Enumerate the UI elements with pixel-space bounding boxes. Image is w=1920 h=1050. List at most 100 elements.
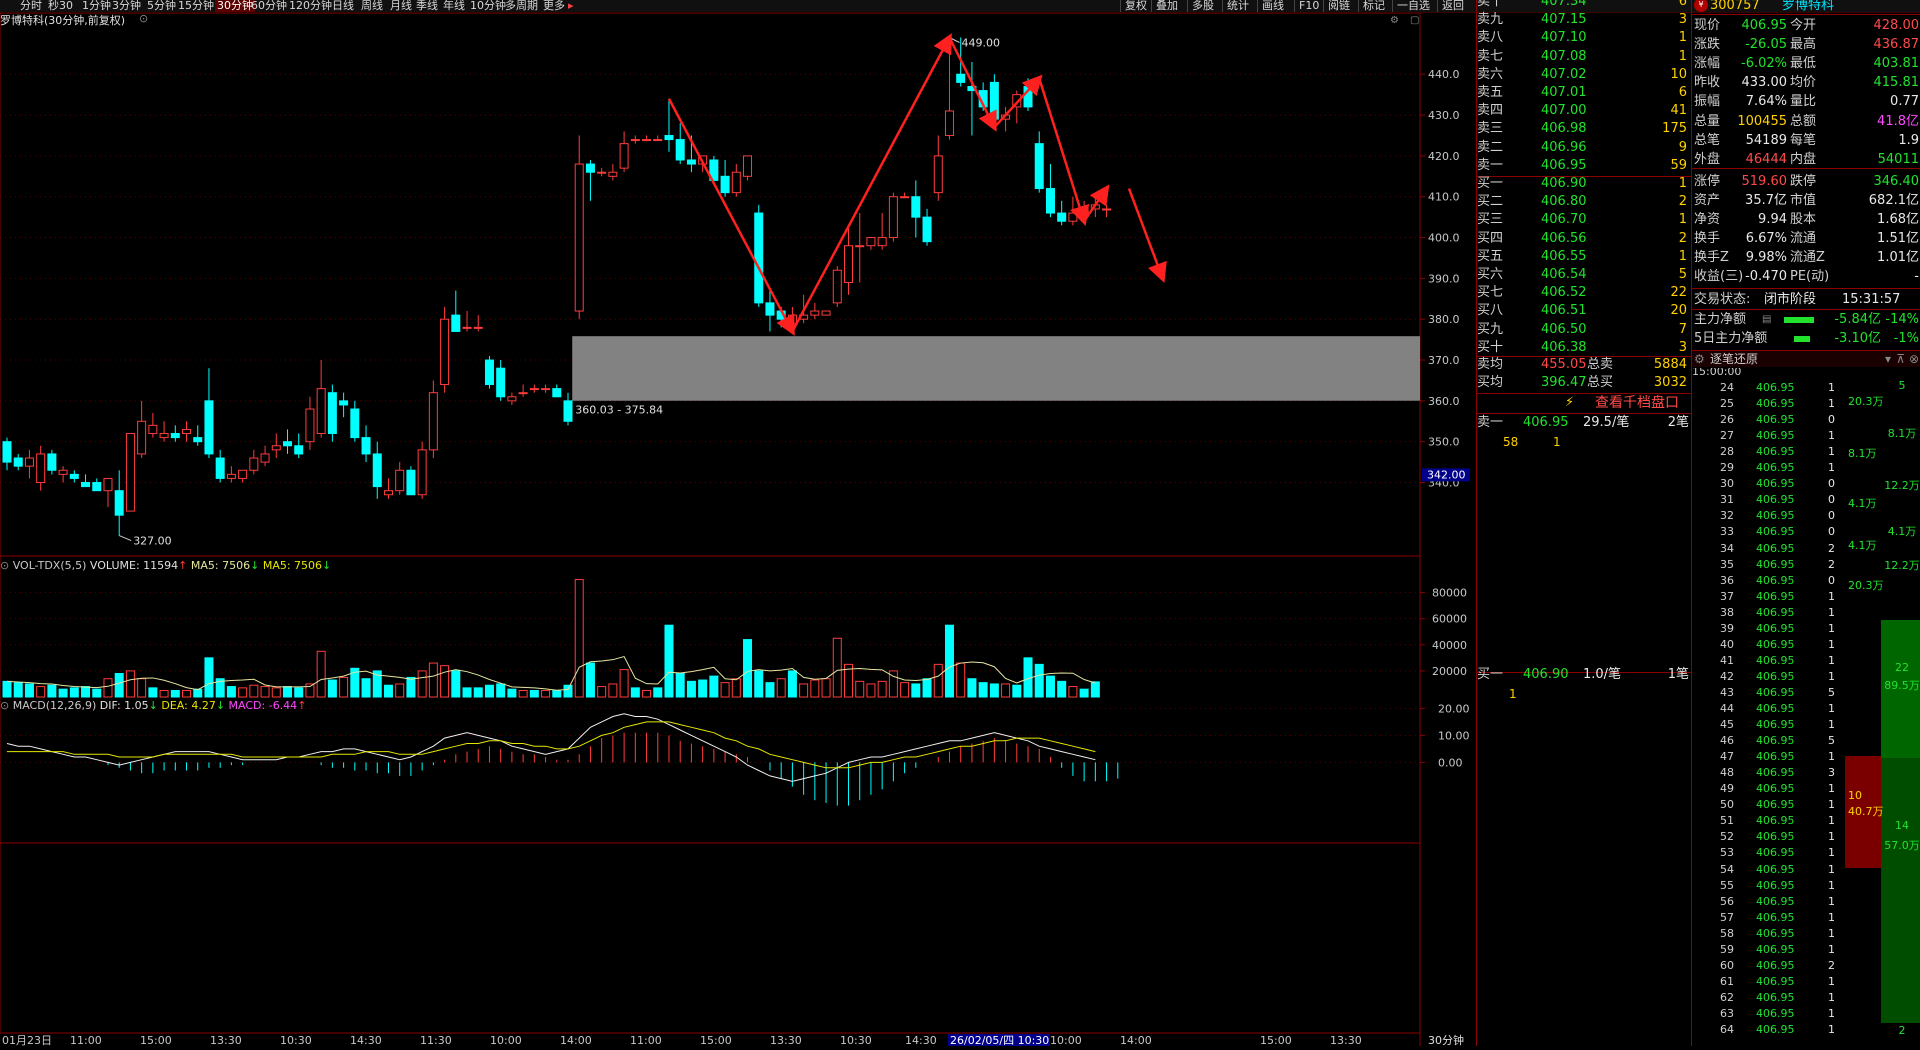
period-tab[interactable]: 15分钟 (178, 0, 214, 12)
total-ask-label: 总卖 (1587, 357, 1614, 372)
trade-block-label: 4.1万 (1887, 525, 1917, 538)
settings-icon[interactable]: ⊙ (0, 699, 13, 712)
price-zone-box[interactable] (572, 336, 1420, 401)
toolbar-button[interactable]: 一自选 (1392, 0, 1434, 12)
net5-row[interactable]: 5日主力净额 -3.10亿 -1% (1692, 329, 1920, 348)
trade-seq: 46 (1720, 734, 1734, 748)
down-arrow-icon: ↓ (250, 559, 263, 572)
period-tab[interactable]: 季线 (416, 0, 438, 12)
ask-row[interactable]: 卖二 406.96 9 (1477, 139, 1691, 157)
period-tab[interactable]: 多周期 (505, 0, 538, 12)
ask-row[interactable]: 卖九 407.15 3 (1477, 11, 1691, 29)
trade-price: 406.95 (1756, 702, 1795, 715)
period-tab[interactable]: 3分钟 (112, 0, 141, 12)
ask-row[interactable]: 卖十 407.34 6 (1477, 0, 1691, 11)
period-tab[interactable]: 日线 (332, 0, 354, 12)
stock-header[interactable]: ¥300757 罗博特科 (1692, 0, 1920, 15)
period-tab[interactable]: 分时 (20, 0, 42, 12)
bid-level-label: 买五 (1477, 248, 1504, 264)
ask-row[interactable]: 卖六 407.02 10 (1477, 66, 1691, 84)
ask-row[interactable]: 卖一 406.95 59 (1477, 157, 1691, 175)
period-tab[interactable]: 10分钟 (470, 0, 506, 12)
toolbar-button[interactable]: 画线 (1257, 0, 1288, 12)
more-arrow-icon[interactable]: ▸ (568, 0, 574, 12)
toolbar-button[interactable]: 标记 (1358, 0, 1389, 12)
volume-bar (1034, 663, 1044, 698)
settings-icon[interactable]: ⊙ (0, 559, 13, 572)
pin-icon[interactable]: ⊼ (1896, 351, 1905, 367)
volume-bar (541, 689, 551, 698)
ask-price: 407.10 (1541, 30, 1587, 46)
bid-price: 406.70 (1541, 212, 1587, 228)
candle-body (372, 453, 382, 488)
candle-body (260, 453, 270, 463)
volume-bar (383, 684, 393, 698)
period-tab[interactable]: 5分钟 (147, 0, 176, 12)
bid-row[interactable]: 买六 406.54 5 (1477, 266, 1691, 284)
close-icon[interactable]: ⊗ (1909, 351, 1919, 367)
candle-body (1045, 188, 1055, 214)
candle-body (496, 367, 506, 398)
toolbar-button[interactable]: 复权 (1120, 0, 1151, 12)
candle-body (24, 457, 34, 467)
period-tab[interactable]: 月线 (390, 0, 412, 12)
toolbar-button[interactable]: 返回 (1437, 0, 1468, 12)
bid-row[interactable]: 买四 406.56 2 (1477, 230, 1691, 248)
trend-arrow[interactable] (667, 98, 795, 336)
toolbar-button[interactable]: 阅链 (1323, 0, 1354, 12)
bid-row[interactable]: 买二 406.80 2 (1477, 193, 1691, 211)
volume-bar (462, 687, 472, 698)
period-tab[interactable]: 1分钟 (82, 0, 111, 12)
period-tab[interactable]: 年线 (443, 0, 465, 12)
main-net-row[interactable]: 主力净额 ▤ -5.84亿 -14% (1692, 310, 1920, 329)
ask-row[interactable]: 卖五 407.01 6 (1477, 84, 1691, 102)
toolbar-button[interactable]: 叠加 (1151, 0, 1182, 12)
ask-row[interactable]: 卖八 407.10 1 (1477, 29, 1691, 47)
toolbar-button[interactable]: F10 (1294, 0, 1323, 12)
filter-icon[interactable]: ▾ (1885, 351, 1891, 367)
volume-bar (754, 670, 764, 698)
gear-icon[interactable]: ⚙ (1694, 351, 1705, 367)
thousand-levels-link[interactable]: ⚡ 查看千档盘口 (1477, 394, 1691, 412)
trade-seq: 62 (1720, 990, 1734, 1004)
ask-row[interactable]: 卖四 407.00 41 (1477, 102, 1691, 120)
period-tab[interactable]: 更多 (543, 0, 565, 12)
trade-price: 406.95 (1756, 990, 1795, 1004)
trend-arrow[interactable] (1127, 188, 1167, 284)
trade-block-label: 10 (1848, 789, 1862, 802)
period-tab[interactable]: 120分钟 (289, 0, 332, 12)
trade-seq: 53 (1720, 846, 1734, 860)
chevron-down-icon[interactable]: ⊙ (139, 12, 148, 25)
trade-qty: 1 (1828, 878, 1835, 892)
candle-body (81, 482, 91, 488)
toolbar-button[interactable]: 统计 (1222, 0, 1253, 12)
bid-row[interactable]: 买十 406.38 3 (1477, 339, 1691, 357)
trade-list[interactable]: 15:00:00 24 406.95 1 25 406.95 1 26 406.95 0 27 406… (1692, 368, 1920, 1046)
period-tab[interactable]: 周线 (361, 0, 383, 12)
ask-row[interactable]: 卖三 406.98 175 (1477, 120, 1691, 138)
trade-block-label: 20.3万 (1848, 579, 1884, 592)
window-icon[interactable]: ▢ (1410, 15, 1419, 26)
bid-row[interactable]: 买七 406.52 22 (1477, 284, 1691, 302)
bid-row[interactable]: 买三 406.70 1 (1477, 211, 1691, 229)
bid-row[interactable]: 买九 406.50 7 (1477, 321, 1691, 339)
toolbar-button[interactable]: 多股 (1187, 0, 1218, 12)
period-tab[interactable]: 秒30 (48, 0, 73, 12)
avg-ask-value: 455.05 (1541, 357, 1587, 372)
calendar-icon[interactable]: ▤ (1762, 310, 1771, 329)
kline-chart[interactable]: 440.0 430.0 420.0 410.0 400.0 390.0 380.0 370.0… (0, 12, 1475, 1047)
trend-arrow[interactable] (791, 33, 952, 333)
period-tab[interactable]: 60分钟 (251, 0, 287, 12)
settings-icon[interactable]: ⚙ (1390, 15, 1399, 26)
ask-price: 406.96 (1541, 139, 1587, 155)
ask-row[interactable]: 卖七 407.08 1 (1477, 48, 1691, 66)
chart-area[interactable]: 440.0 430.0 420.0 410.0 400.0 390.0 380.0 370.0… (0, 12, 1475, 1047)
bid-row[interactable]: 买五 406.55 1 (1477, 248, 1691, 266)
candle-body (743, 155, 753, 177)
bid-row[interactable]: 买八 406.51 20 (1477, 302, 1691, 320)
bid-row[interactable]: 买一 406.90 1 (1477, 175, 1691, 193)
trade-seq: 35 (1720, 557, 1734, 571)
volume-bar (698, 679, 708, 698)
period-tab[interactable]: 30分钟 (215, 0, 255, 12)
trade-price: 406.95 (1756, 621, 1795, 635)
